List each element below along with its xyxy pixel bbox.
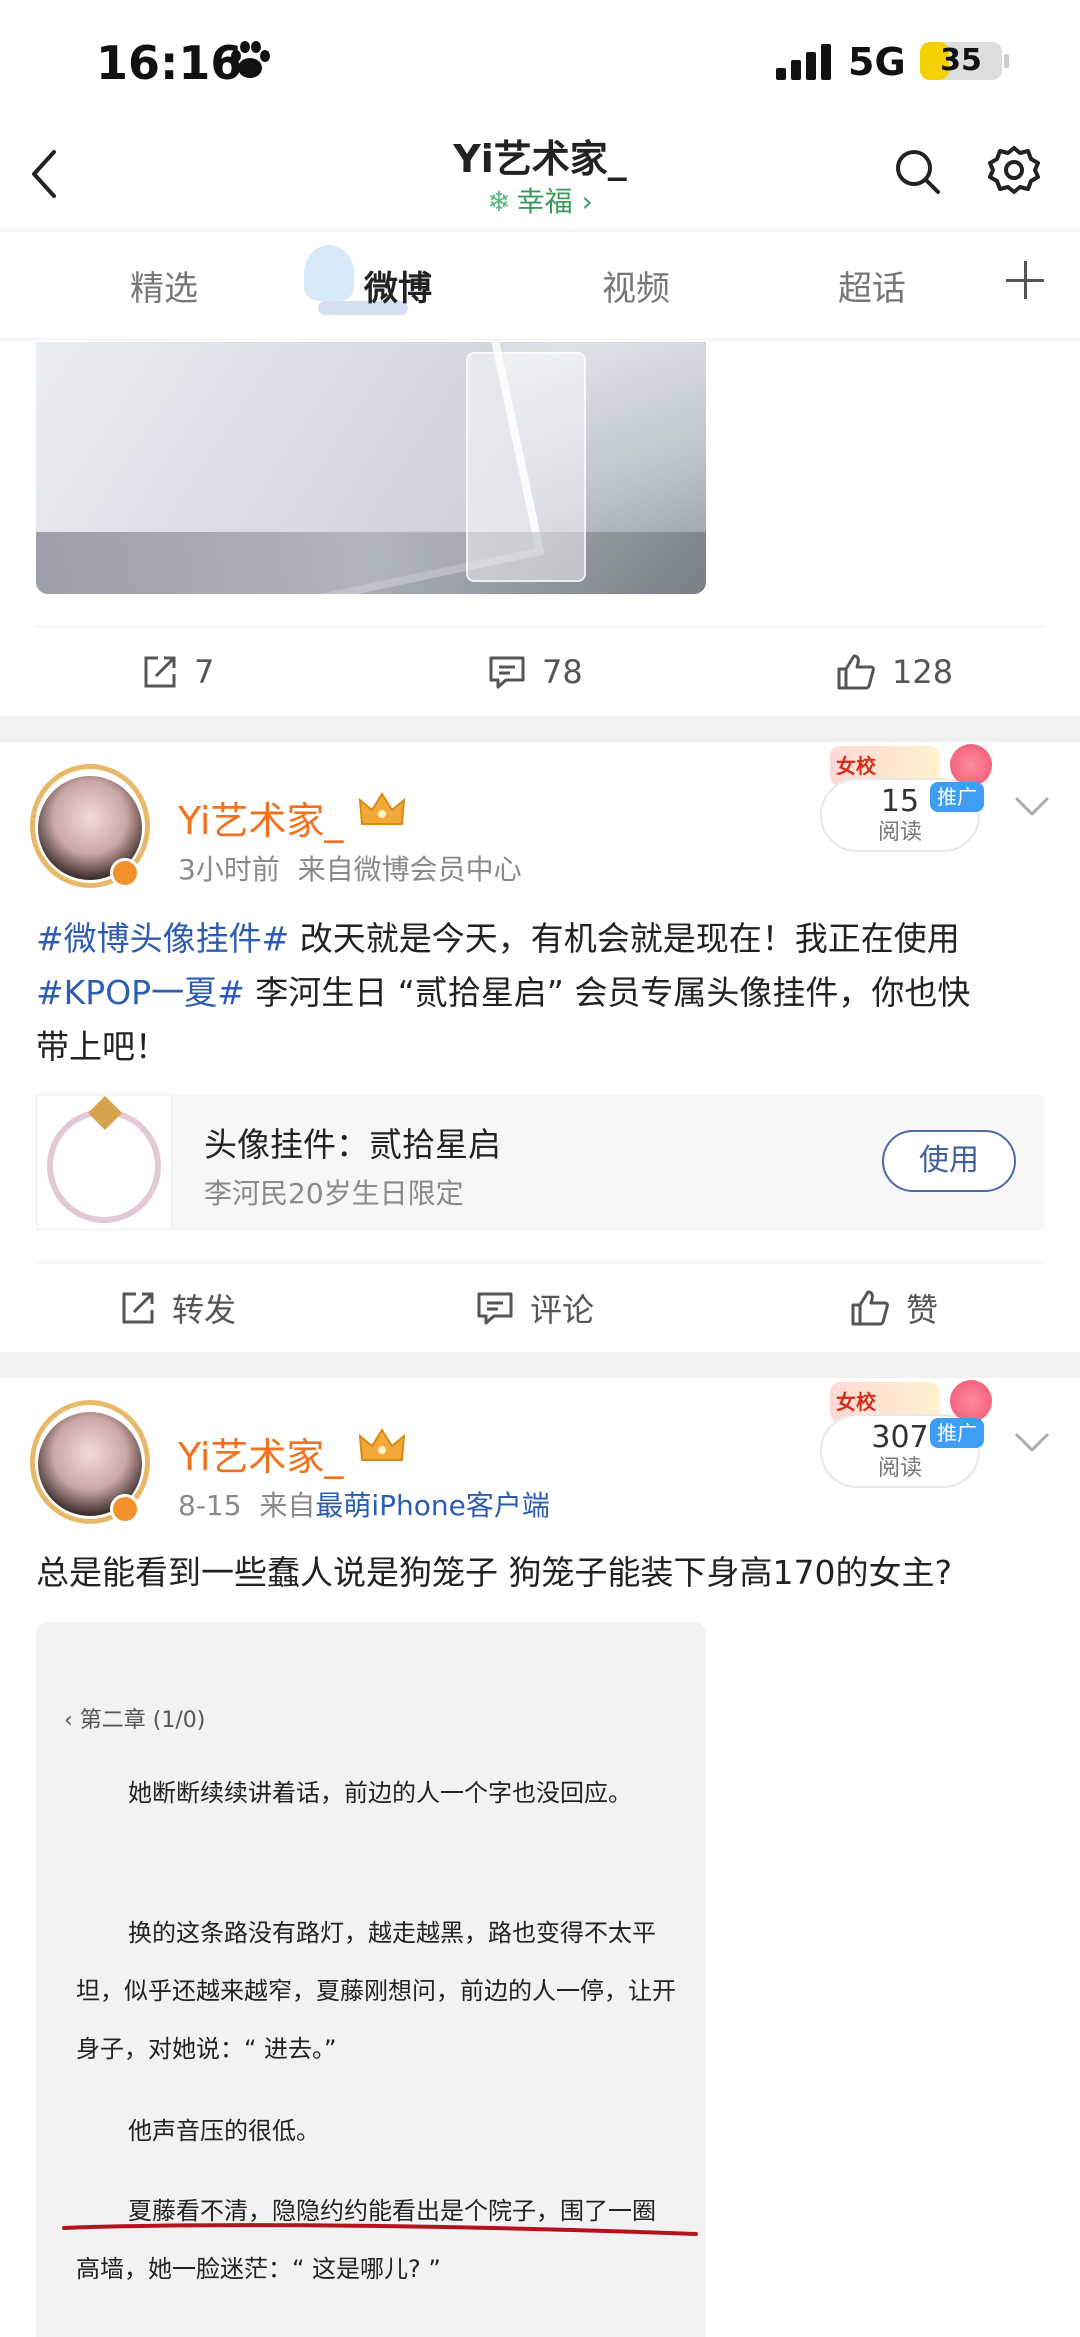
network-type: 5G bbox=[848, 40, 906, 84]
repost-button[interactable]: 7 bbox=[142, 650, 214, 694]
status-subtitle-label: 幸福 › bbox=[516, 185, 593, 218]
book-paragraph: 换的这条路没有路灯，越走越黑，路也变得不太平坦，似乎还越来越窄，夏藤刚想问，前边… bbox=[76, 1919, 676, 2063]
post-image-book-page[interactable]: ‹ 第二章 (1/0) 她断断续续讲着话，前边的人一个字也没回应。 换的这条路没… bbox=[36, 1622, 706, 2337]
feed-separator bbox=[0, 1352, 1080, 1378]
like-count: 128 bbox=[892, 653, 954, 691]
book-paragraph: 他声音压的很低。 bbox=[128, 2117, 320, 2145]
tab-video[interactable]: 视频 bbox=[602, 261, 670, 310]
verified-badge-icon bbox=[110, 1494, 140, 1524]
comment-icon bbox=[477, 1292, 513, 1325]
tab-decoration bbox=[304, 245, 354, 301]
comment-icon bbox=[489, 656, 525, 689]
tab-supertopic[interactable]: 超话 bbox=[838, 261, 906, 310]
like-button[interactable]: 赞 bbox=[850, 1286, 938, 1330]
gear-icon[interactable] bbox=[988, 144, 1040, 196]
repost-count: 7 bbox=[194, 653, 215, 691]
like-label: 赞 bbox=[906, 1291, 939, 1329]
post-source: 微博会员中心 bbox=[353, 853, 522, 886]
avatar-pendant-card[interactable]: 头像挂件：贰拾星启 李河民20岁生日限定 使用 bbox=[36, 1094, 1044, 1230]
post-time: 3小时前 bbox=[178, 853, 280, 886]
use-pendant-button[interactable]: 使用 bbox=[882, 1130, 1016, 1192]
hashtag-link[interactable]: #微博头像挂件# bbox=[36, 919, 289, 958]
pendant-subtitle: 李河民20岁生日限定 bbox=[204, 1177, 464, 1210]
read-count-badge[interactable]: 女校 15 阅读 推广 bbox=[820, 744, 992, 852]
post-time: 8-15 bbox=[178, 1489, 242, 1522]
chevron-down-icon[interactable] bbox=[1014, 796, 1050, 818]
paw-icon bbox=[231, 41, 270, 78]
add-tab-plus-icon[interactable] bbox=[1006, 261, 1044, 299]
crown-icon bbox=[358, 1428, 406, 1461]
battery-level: 35 bbox=[940, 43, 982, 78]
snowflake-icon: ❄ bbox=[487, 185, 511, 218]
post-text: 总是能看到一些蠢人说是狗笼子 狗笼子能装下身高170的女主? bbox=[36, 1553, 952, 1592]
repost-label: 转发 bbox=[172, 1291, 237, 1329]
avatar[interactable] bbox=[30, 1400, 150, 1524]
battery-icon: 35 bbox=[920, 42, 1002, 80]
post-source[interactable]: 最萌iPhone客户端 bbox=[315, 1489, 550, 1522]
image-shelf bbox=[36, 532, 706, 594]
promoted-tag: 推广 bbox=[930, 782, 984, 812]
read-label: 阅读 bbox=[877, 820, 922, 845]
status-time: 16:16 bbox=[96, 36, 243, 90]
promoted-tag: 推广 bbox=[930, 1418, 984, 1448]
promo-sticker-text: 女校 bbox=[836, 1390, 876, 1414]
promo-sticker-text: 女校 bbox=[836, 754, 876, 778]
crown-icon bbox=[358, 792, 406, 825]
comment-button[interactable]: 评论 bbox=[476, 1286, 594, 1330]
profile-tabs: 精选 微博 视频 超话 bbox=[0, 230, 1080, 340]
post-text-line: 改天就是今天，有机会就是现在！我正在使用 bbox=[289, 919, 960, 958]
chapter-header: ‹ 第二章 (1/0) bbox=[64, 1708, 206, 1733]
like-button[interactable]: 128 bbox=[836, 650, 953, 694]
pendant-thumbnail bbox=[36, 1094, 172, 1230]
comment-button[interactable]: 78 bbox=[488, 650, 583, 694]
repost-button[interactable]: 转发 bbox=[120, 1286, 236, 1330]
book-paragraph: 她断断续续讲着话，前边的人一个字也没回应。 bbox=[128, 1779, 632, 1807]
post-actions: 7 78 128 bbox=[0, 626, 1080, 716]
post-source-prefix: 来自 bbox=[297, 853, 354, 886]
thumbs-up-icon bbox=[837, 654, 875, 690]
tab-weibo[interactable]: 微博 bbox=[364, 261, 432, 310]
comment-count: 78 bbox=[542, 653, 583, 691]
book-paragraph: 夏藤看不清，隐隐约约能看出是个院子，围了一圈高墙，她一脸迷茫：“ 这是哪儿? ” bbox=[76, 2197, 656, 2283]
post-text: #微博头像挂件# 改天就是今天，有机会就是现在！我正在使用 #KPOP一夏# 李… bbox=[36, 912, 1044, 1074]
search-icon[interactable] bbox=[892, 146, 942, 196]
post-meta: 3小时前 来自微博会员中心 bbox=[178, 848, 522, 888]
signal-icon bbox=[776, 44, 831, 80]
read-count-badge[interactable]: 女校 307 阅读 推广 bbox=[820, 1380, 992, 1488]
post-image[interactable] bbox=[36, 342, 706, 594]
thumbs-up-icon bbox=[851, 1290, 889, 1326]
post-source-prefix: 来自 bbox=[259, 1489, 316, 1522]
post-text-line: 李河生日 “贰拾星启” 会员专属头像挂件，你也快 bbox=[244, 973, 971, 1012]
battery-tip bbox=[1004, 54, 1009, 68]
repost-icon bbox=[122, 1292, 154, 1324]
image-acrylic-stand bbox=[466, 352, 586, 582]
profile-header: Yi艺术家_ ❄ 幸福 › bbox=[0, 120, 1080, 230]
avatar[interactable] bbox=[30, 764, 150, 888]
post-meta: 8-15 来自最萌iPhone客户端 bbox=[178, 1484, 550, 1524]
red-underline-annotation bbox=[62, 2223, 698, 2236]
verified-badge-icon bbox=[110, 858, 140, 888]
chevron-down-icon[interactable] bbox=[1014, 1432, 1050, 1454]
feed-separator bbox=[0, 716, 1080, 742]
hashtag-link[interactable]: #KPOP一夏# bbox=[36, 973, 245, 1012]
post-actions: 转发 评论 赞 bbox=[0, 1262, 1080, 1352]
post-text-line: 带上吧！ bbox=[36, 1027, 168, 1066]
repost-icon bbox=[144, 656, 176, 688]
read-label: 阅读 bbox=[877, 1456, 922, 1481]
comment-label: 评论 bbox=[530, 1291, 595, 1329]
tab-featured[interactable]: 精选 bbox=[130, 261, 198, 310]
status-bar: 16:16 5G 35 bbox=[0, 0, 1080, 120]
username[interactable]: Yi艺术家_ bbox=[178, 790, 343, 845]
username[interactable]: Yi艺术家_ bbox=[178, 1426, 343, 1481]
pendant-title: 头像挂件：贰拾星启 bbox=[204, 1125, 501, 1164]
